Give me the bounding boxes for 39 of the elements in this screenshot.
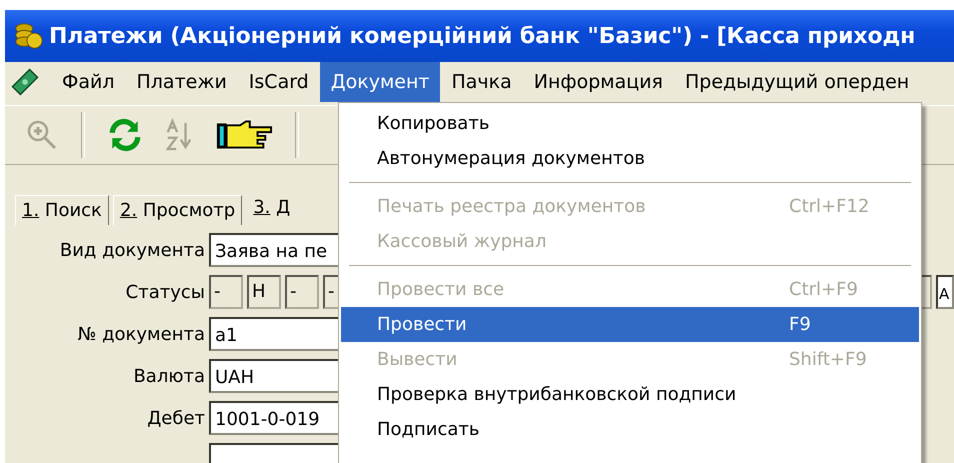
menu-item-label: Проверка внутрибанковской подписи xyxy=(377,384,738,405)
shortcut-label: Ctrl+F12 xyxy=(789,196,870,217)
menu-item[interactable]: Копировать xyxy=(341,106,919,141)
status-field[interactable]: - xyxy=(285,275,319,309)
menu-item[interactable]: Информация xyxy=(522,62,674,102)
shortcut-label: Ctrl+F9 xyxy=(789,279,858,300)
field-label: Вид документа xyxy=(58,240,205,260)
tab[interactable]: 2. Просмотр xyxy=(112,195,242,225)
menu-item-label: Копировать xyxy=(377,113,490,134)
menu-item[interactable]: Документ xyxy=(320,62,440,102)
menu-item-label: Печать реестра документов xyxy=(377,196,647,217)
menu-item[interactable]: Автонумерация документов xyxy=(341,141,919,176)
shortcut-label: F9 xyxy=(789,314,811,335)
menu-item[interactable]: Предыдущий оперден xyxy=(674,62,920,102)
menu-item-label: Автонумерация документов xyxy=(377,148,646,169)
menu-item[interactable]: IsCard xyxy=(238,62,320,102)
menu-item[interactable]: Платежи xyxy=(126,62,238,102)
menu-item[interactable]: Файл xyxy=(51,62,126,102)
menu-item-label: Подписать xyxy=(377,419,480,440)
shortcut-label: Shift+F9 xyxy=(789,349,867,370)
field-label: № документа xyxy=(76,324,205,344)
field-label: Валюта xyxy=(132,366,205,386)
tab[interactable]: 1. Поиск xyxy=(15,195,109,225)
menu-item[interactable]: Провести F9 xyxy=(341,307,919,342)
menu-item[interactable]: Подписать xyxy=(341,412,919,447)
menu-item[interactable]: Пачка xyxy=(440,62,523,102)
refresh-icon[interactable] xyxy=(107,117,143,153)
input-field[interactable]: A xyxy=(936,275,954,309)
menu-item-label: Провести xyxy=(377,314,468,335)
coins-icon xyxy=(13,21,43,51)
status-field[interactable]: - xyxy=(209,275,243,309)
window-title: Платежи (Акціонерний комерційний банк "Базис") - [Касса приходн xyxy=(49,24,916,48)
field-label: Статусы xyxy=(124,282,205,302)
field-label: Дебет xyxy=(146,408,205,428)
status-field[interactable]: Н xyxy=(247,275,281,309)
menu-item-label: Вывести xyxy=(377,349,458,370)
menu-item[interactable]: Проверка внутрибанковской подписи xyxy=(341,377,919,412)
menu-item-label: Провести все xyxy=(377,279,506,300)
menu-item-label: Кассовый журнал xyxy=(377,231,548,252)
